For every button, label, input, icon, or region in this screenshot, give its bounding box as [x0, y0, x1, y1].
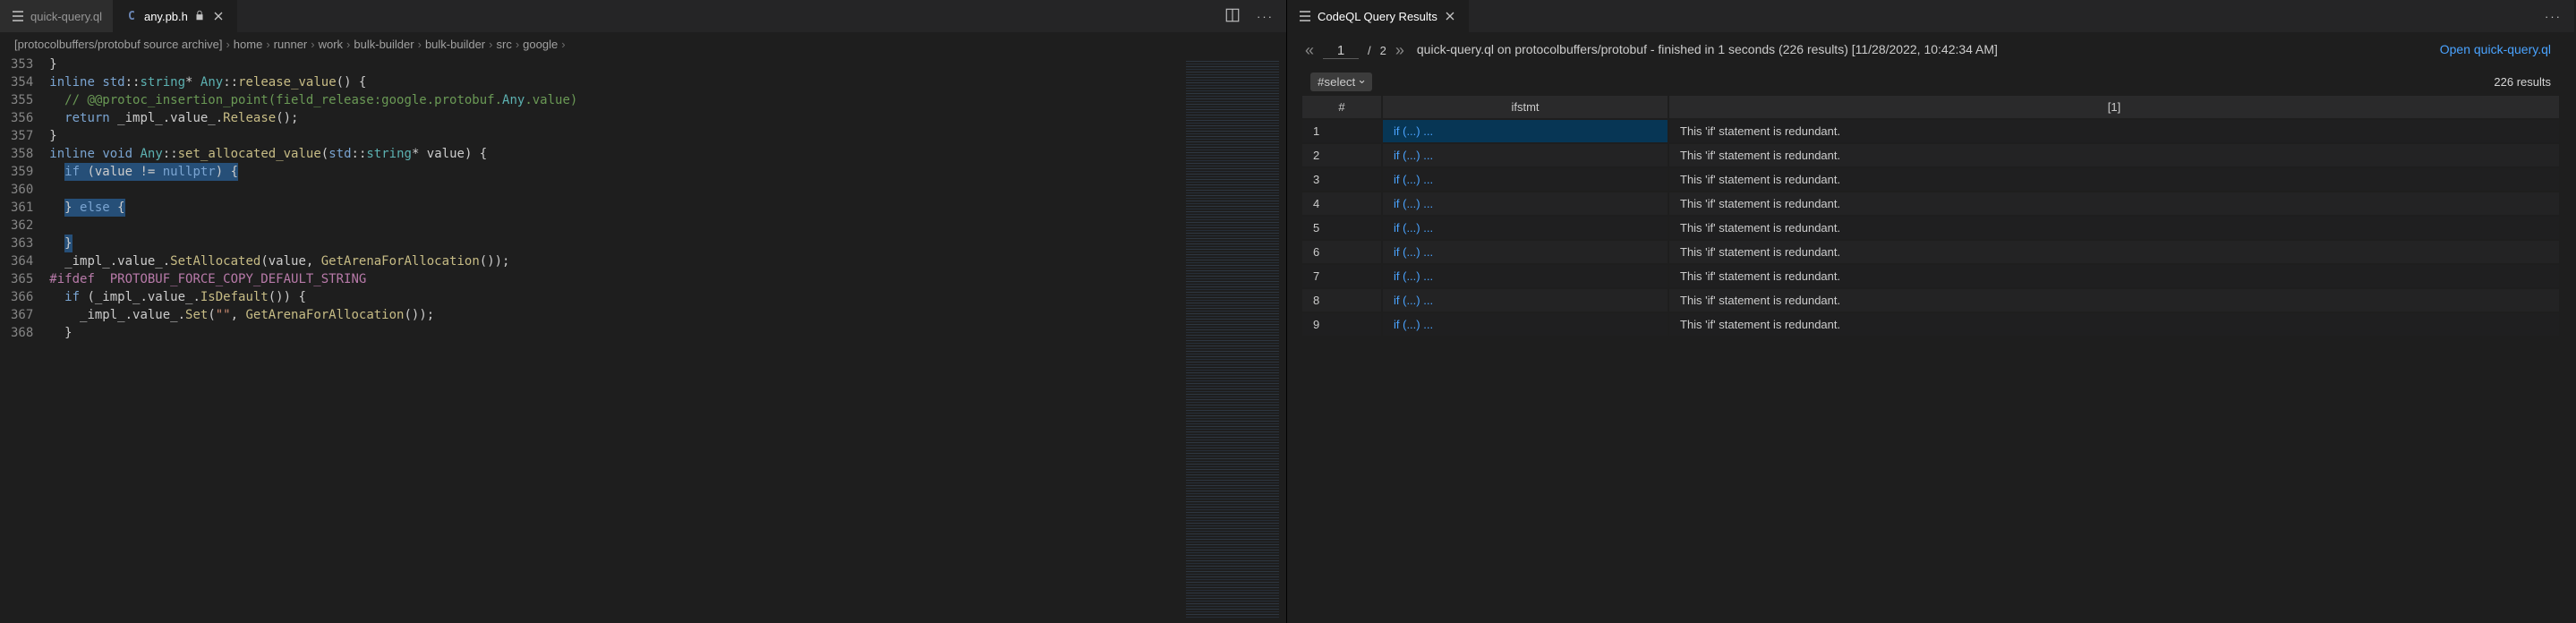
next-page-icon[interactable]: » — [1395, 41, 1404, 60]
tab-quick-query[interactable]: quick-query.ql — [0, 0, 114, 32]
cell-msg: This 'if' statement is redundant. — [1668, 143, 2560, 167]
results-actions: ··· — [2545, 0, 2574, 32]
cell-num: 7 — [1301, 264, 1382, 288]
breadcrumb-item[interactable]: work — [319, 38, 343, 51]
cell-ifstmt[interactable]: if (...) ... — [1382, 288, 1668, 312]
list-icon — [1298, 9, 1312, 23]
table-row[interactable]: 2 if (...) ... This 'if' statement is re… — [1301, 143, 2560, 167]
split-editor-icon[interactable] — [1224, 7, 1241, 26]
code-content[interactable]: }inline std::string* Any::release_value(… — [49, 55, 1179, 623]
table-row[interactable]: 4 if (...) ... This 'if' statement is re… — [1301, 192, 2560, 216]
cell-ifstmt[interactable]: if (...) ... — [1382, 167, 1668, 192]
table-header: # ifstmt [1] — [1301, 95, 2560, 119]
cell-msg: This 'if' statement is redundant. — [1668, 240, 2560, 264]
table-row[interactable]: 5 if (...) ... This 'if' statement is re… — [1301, 216, 2560, 240]
col-msg: [1] — [1668, 95, 2560, 119]
breadcrumb-item[interactable]: src — [496, 38, 511, 51]
page-sep: / — [1368, 44, 1371, 57]
breadcrumb-item[interactable]: google — [523, 38, 558, 51]
prev-page-icon[interactable]: « — [1305, 41, 1314, 60]
col-ifstmt: ifstmt — [1382, 95, 1668, 119]
minimap[interactable] — [1179, 55, 1286, 623]
page-total: 2 — [1380, 44, 1386, 57]
cell-ifstmt[interactable]: if (...) ... — [1382, 192, 1668, 216]
cell-msg: This 'if' statement is redundant. — [1668, 119, 2560, 143]
tab-label: any.pb.h — [144, 10, 188, 23]
cell-num: 8 — [1301, 288, 1382, 312]
results-header: « / 2 » quick-query.ql on protocolbuffer… — [1287, 32, 2574, 69]
results-title: quick-query.ql on protocolbuffers/protob… — [1417, 41, 2427, 59]
breadcrumb-item[interactable]: runner — [274, 38, 308, 51]
result-count: 226 results — [2494, 75, 2551, 89]
editor-actions: ··· — [1224, 0, 1286, 32]
results-table: # ifstmt [1] 1 if (...) ... This 'if' st… — [1301, 95, 2560, 337]
table-row[interactable]: 8 if (...) ... This 'if' statement is re… — [1301, 288, 2560, 312]
more-icon[interactable]: ··· — [2545, 10, 2562, 23]
chevron-right-icon: › — [266, 38, 269, 51]
breadcrumb-item[interactable]: [protocolbuffers/protobuf source archive… — [14, 38, 222, 51]
breadcrumb-item[interactable]: home — [234, 38, 263, 51]
col-num: # — [1301, 95, 1382, 119]
cell-msg: This 'if' statement is redundant. — [1668, 216, 2560, 240]
cell-num: 3 — [1301, 167, 1382, 192]
tab-label: quick-query.ql — [30, 10, 102, 23]
open-query-link[interactable]: Open quick-query.ql — [2440, 41, 2551, 59]
cell-msg: This 'if' statement is redundant. — [1668, 288, 2560, 312]
table-row[interactable]: 9 if (...) ... This 'if' statement is re… — [1301, 312, 2560, 337]
list-icon — [11, 9, 25, 23]
cell-ifstmt[interactable]: if (...) ... — [1382, 240, 1668, 264]
cell-num: 1 — [1301, 119, 1382, 143]
cell-msg: This 'if' statement is redundant. — [1668, 192, 2560, 216]
editor-tabs: quick-query.ql C any.pb.h ··· — [0, 0, 1286, 32]
table-row[interactable]: 7 if (...) ... This 'if' statement is re… — [1301, 264, 2560, 288]
chevron-right-icon: › — [561, 38, 565, 51]
tab-codeql-results[interactable]: CodeQL Query Results — [1287, 0, 1469, 32]
page-input[interactable] — [1323, 43, 1359, 59]
code-editor[interactable]: 3533543553563573583593603613623633643653… — [0, 55, 1286, 623]
chevron-right-icon: › — [226, 38, 229, 51]
breadcrumb[interactable]: [protocolbuffers/protobuf source archive… — [0, 32, 1286, 55]
breadcrumb-item[interactable]: bulk-builder — [354, 38, 414, 51]
chevron-right-icon: › — [346, 38, 350, 51]
chevron-right-icon: › — [516, 38, 519, 51]
cell-ifstmt[interactable]: if (...) ... — [1382, 143, 1668, 167]
chevron-right-icon: › — [418, 38, 422, 51]
line-gutter: 3533543553563573583593603613623633643653… — [0, 55, 49, 623]
results-tabs: CodeQL Query Results ··· — [1287, 0, 2574, 32]
table-row[interactable]: 1 if (...) ... This 'if' statement is re… — [1301, 119, 2560, 143]
cell-ifstmt[interactable]: if (...) ... — [1382, 312, 1668, 337]
cell-ifstmt[interactable]: if (...) ... — [1382, 264, 1668, 288]
table-row[interactable]: 6 if (...) ... This 'if' statement is re… — [1301, 240, 2560, 264]
table-row[interactable]: 3 if (...) ... This 'if' statement is re… — [1301, 167, 2560, 192]
chevron-right-icon: › — [489, 38, 492, 51]
result-set-select[interactable]: #select — [1310, 73, 1372, 91]
c-file-icon: C — [124, 9, 139, 23]
cell-num: 9 — [1301, 312, 1382, 337]
breadcrumb-item[interactable]: bulk-builder — [425, 38, 485, 51]
results-pane: CodeQL Query Results ··· « / 2 » quick-q… — [1287, 0, 2574, 623]
selector-row: #select 226 results — [1287, 69, 2574, 95]
readonly-lock-icon — [193, 9, 206, 24]
cell-num: 2 — [1301, 143, 1382, 167]
cell-ifstmt[interactable]: if (...) ... — [1382, 119, 1668, 143]
close-icon[interactable] — [211, 9, 226, 23]
tab-label: CodeQL Query Results — [1318, 10, 1437, 23]
chevron-right-icon: › — [311, 38, 314, 51]
tab-any-pb-h[interactable]: C any.pb.h — [114, 0, 237, 32]
cell-ifstmt[interactable]: if (...) ... — [1382, 216, 1668, 240]
cell-num: 6 — [1301, 240, 1382, 264]
cell-msg: This 'if' statement is redundant. — [1668, 312, 2560, 337]
cell-num: 4 — [1301, 192, 1382, 216]
cell-num: 5 — [1301, 216, 1382, 240]
more-icon[interactable]: ··· — [1257, 10, 1274, 23]
pager: « / 2 » — [1305, 41, 1404, 60]
editor-pane: quick-query.ql C any.pb.h ··· [protocolb… — [0, 0, 1287, 623]
cell-msg: This 'if' statement is redundant. — [1668, 167, 2560, 192]
cell-msg: This 'if' statement is redundant. — [1668, 264, 2560, 288]
close-icon[interactable] — [1443, 9, 1457, 23]
